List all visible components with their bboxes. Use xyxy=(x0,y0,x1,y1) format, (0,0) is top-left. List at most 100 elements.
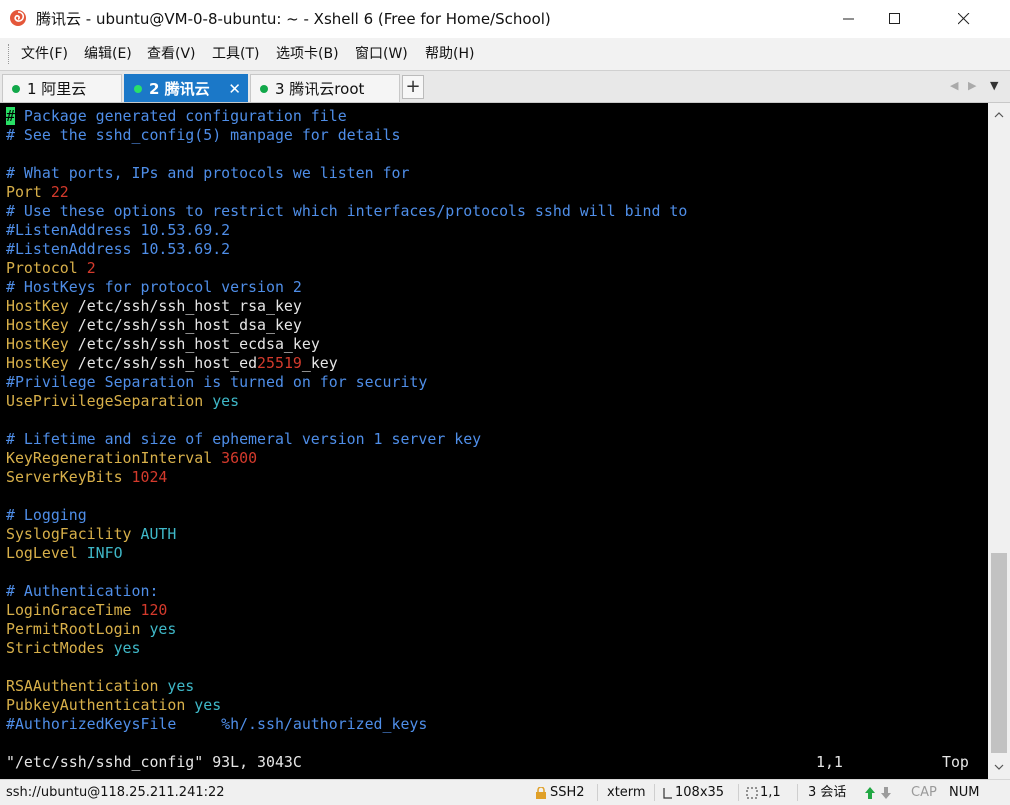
terminal-text: # Use these options to restrict which in… xyxy=(6,202,688,220)
tab-tencent[interactable]: 2 腾讯云 ✕ xyxy=(124,74,248,102)
terminal-text: HostKey xyxy=(6,354,78,372)
terminal-line: UsePrivilegeSeparation yes xyxy=(6,392,687,411)
terminal-line: Port 22 xyxy=(6,183,687,202)
tab-label: 2 腾讯云 xyxy=(149,80,210,98)
terminal-text: AUTH xyxy=(140,525,177,543)
terminal-line: KeyRegenerationInterval 3600 xyxy=(6,449,687,468)
xshell-shell-icon xyxy=(10,10,26,26)
menu-edit[interactable]: 编辑(E) xyxy=(84,44,132,64)
terminal-line: Protocol 2 xyxy=(6,259,687,278)
terminal-line: ServerKeyBits 1024 xyxy=(6,468,687,487)
terminal-text: yes xyxy=(194,696,222,714)
terminal-text: /etc/ssh/ssh_host_ed xyxy=(77,354,258,372)
terminal-text: 1024 xyxy=(131,468,168,486)
terminal-text: RSAAuthentication xyxy=(6,677,168,695)
terminal-line: # HostKeys for protocol version 2 xyxy=(6,278,687,297)
status-separator xyxy=(738,784,739,801)
status-bar: ssh://ubuntu@118.25.211.241:22 SSH2 xter… xyxy=(0,779,1010,805)
terminal-text: Port xyxy=(6,183,51,201)
terminal-text: #Privilege Separation is turned on for s… xyxy=(6,373,428,391)
scroll-down-icon[interactable] xyxy=(988,757,1010,777)
menu-tools[interactable]: 工具(T) xyxy=(212,44,259,64)
status-separator xyxy=(654,784,655,801)
terminal-text: # Authentication: xyxy=(6,582,159,600)
terminal-text: PermitRootLogin xyxy=(6,620,150,638)
scroll-up-icon[interactable] xyxy=(988,105,1010,125)
terminal-text: INFO xyxy=(86,544,123,562)
menu-help[interactable]: 帮助(H) xyxy=(425,44,474,64)
menu-bar: 文件(F) 编辑(E) 查看(V) 工具(T) 选项卡(B) 窗口(W) 帮助(… xyxy=(0,38,1010,70)
terminal-text: 3600 xyxy=(221,449,258,467)
terminal-text: yes xyxy=(149,620,177,638)
minimize-button[interactable] xyxy=(826,0,872,38)
terminal-line: #Privilege Separation is turned on for s… xyxy=(6,373,687,392)
tab-close-icon[interactable]: ✕ xyxy=(228,79,241,99)
terminal-text: 2 xyxy=(86,259,96,277)
session-status-dot xyxy=(260,85,268,93)
minimize-icon xyxy=(843,18,854,20)
close-button[interactable] xyxy=(918,0,1010,38)
terminal-text: 120 xyxy=(140,601,168,619)
terminal-line: # Package generated configuration file xyxy=(6,107,687,126)
vim-file-info: "/etc/ssh/sshd_config" 93L, 3043C xyxy=(6,753,302,771)
download-arrow-icon xyxy=(881,787,891,799)
terminal-text: LoginGraceTime xyxy=(6,601,141,619)
upload-arrow-icon xyxy=(865,787,875,799)
terminal-line: HostKey /etc/ssh/ssh_host_ed25519_key xyxy=(6,354,687,373)
terminal-line: RSAAuthentication yes xyxy=(6,677,687,696)
menu-grip xyxy=(8,44,12,64)
resize-icon xyxy=(663,788,672,799)
session-count: 3 会话 xyxy=(808,785,847,800)
terminal-line: PermitRootLogin yes xyxy=(6,620,687,639)
tab-aliyun[interactable]: 1 阿里云 xyxy=(2,74,122,102)
menu-view[interactable]: 查看(V) xyxy=(147,44,196,64)
terminal-text: # Lifetime and size of ephemeral version… xyxy=(6,430,482,448)
tab-next-icon[interactable]: ▶ xyxy=(968,79,976,93)
menu-file[interactable]: 文件(F) xyxy=(21,44,68,64)
session-status-dot xyxy=(134,85,142,93)
terminal-text: # Logging xyxy=(6,506,87,524)
terminal-text: #ListenAddress 10.53.69.2 xyxy=(6,221,231,239)
terminal-size: 108x35 xyxy=(675,785,725,800)
terminal-line: # Lifetime and size of ephemeral version… xyxy=(6,430,687,449)
vertical-scrollbar[interactable] xyxy=(988,103,1010,779)
tab-label: 3 腾讯云root xyxy=(275,80,365,98)
terminal-text: /etc/ssh/ssh_host_dsa_key xyxy=(77,316,302,334)
terminal-text: # HostKeys for protocol version 2 xyxy=(6,278,302,296)
terminal-text: 22 xyxy=(50,183,69,201)
status-separator xyxy=(797,784,798,801)
terminal-text: KeyRegenerationInterval xyxy=(6,449,222,467)
terminal-text: HostKey xyxy=(6,335,78,353)
terminal-line: HostKey /etc/ssh/ssh_host_rsa_key xyxy=(6,297,687,316)
menu-window[interactable]: 窗口(W) xyxy=(355,44,408,64)
terminal-text: # See the sshd_config(5) manpage for det… xyxy=(6,126,401,144)
terminal-type: xterm xyxy=(607,785,646,800)
tab-bar: 1 阿里云 2 腾讯云 ✕ 3 腾讯云root + ◀ ▶ ▼ xyxy=(0,70,1010,103)
window-title: 腾讯云 - ubuntu@VM-0-8-ubuntu: ~ - Xshell 6… xyxy=(36,10,551,28)
terminal-view[interactable]: # Package generated configuration file # … xyxy=(0,103,988,779)
new-tab-button[interactable]: + xyxy=(402,75,424,99)
terminal-line: # Use these options to restrict which in… xyxy=(6,202,687,221)
terminal-line: #ListenAddress 10.53.69.2 xyxy=(6,221,687,240)
terminal-line: PubkeyAuthentication yes xyxy=(6,696,687,715)
lock-icon xyxy=(536,787,546,799)
terminal-text: 25519 xyxy=(257,354,302,372)
scrollbar-thumb[interactable] xyxy=(991,553,1007,753)
tab-prev-icon[interactable]: ◀ xyxy=(950,79,958,93)
terminal-line: # Logging xyxy=(6,506,687,525)
cursor-position: 1,1 xyxy=(760,785,781,800)
cursor-position-icon xyxy=(746,787,758,799)
tab-tencent-root[interactable]: 3 腾讯云root xyxy=(250,74,400,102)
terminal-line: SyslogFacility AUTH xyxy=(6,525,687,544)
terminal-line: StrictModes yes xyxy=(6,639,687,658)
tab-list-dropdown-icon[interactable]: ▼ xyxy=(990,79,998,93)
menu-tabs[interactable]: 选项卡(B) xyxy=(276,44,339,64)
terminal-text: PubkeyAuthentication xyxy=(6,696,195,714)
terminal-text: # What ports, IPs and protocols we liste… xyxy=(6,164,410,182)
terminal-line: # See the sshd_config(5) manpage for det… xyxy=(6,126,687,145)
maximize-button[interactable] xyxy=(872,0,918,38)
